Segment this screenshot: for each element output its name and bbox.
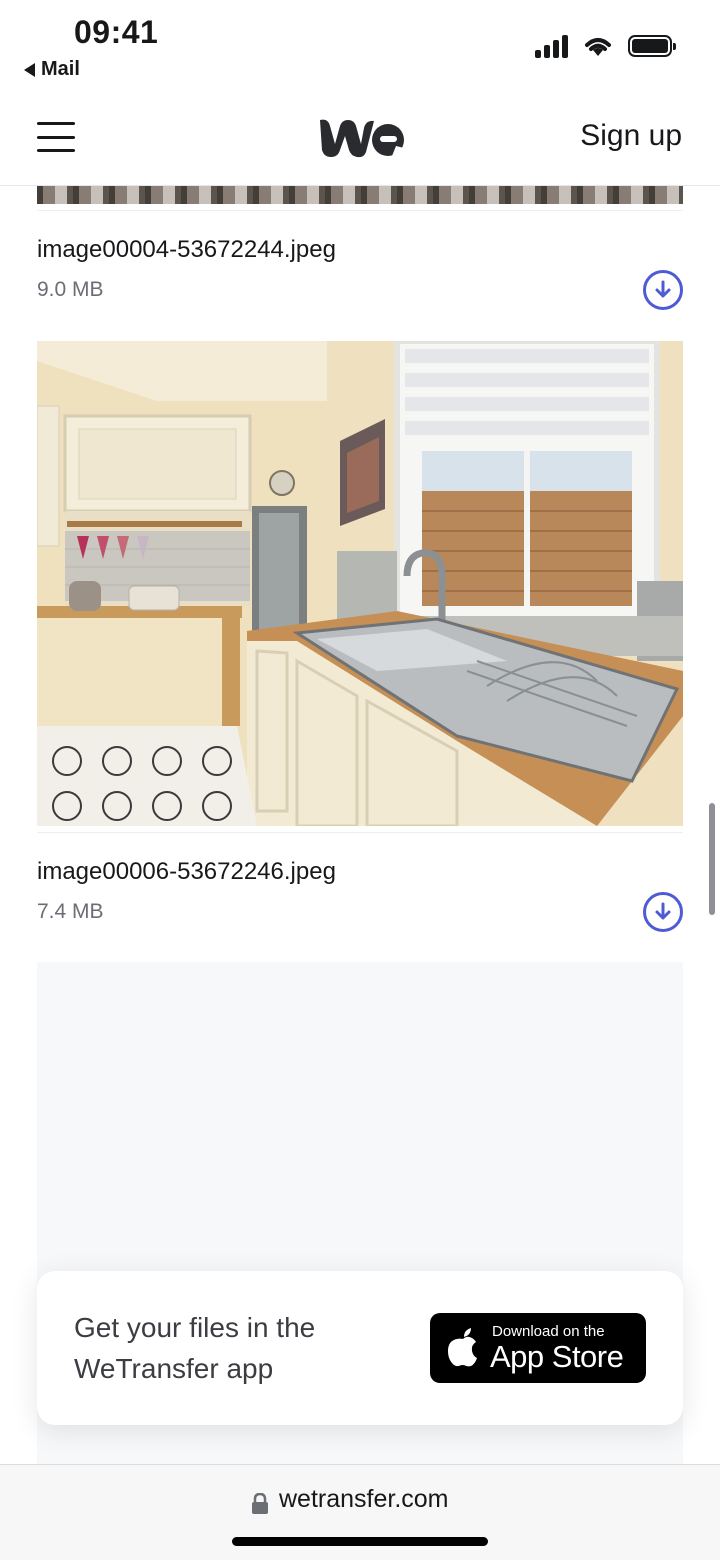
file-name: image00006-53672246.jpeg	[37, 858, 336, 885]
status-bar: 09:41 Mail	[0, 0, 720, 100]
file-name: image00004-53672244.jpeg	[37, 236, 336, 263]
apple-icon	[448, 1328, 477, 1367]
promo-text-line: WeTransfer app	[74, 1353, 274, 1384]
wetransfer-logo[interactable]	[318, 114, 404, 160]
site-header: Sign up	[0, 100, 720, 186]
file-thumbnail-partial	[37, 186, 683, 204]
home-indicator[interactable]	[232, 1537, 488, 1546]
file-size: 9.0 MB	[37, 278, 104, 301]
sign-up-link[interactable]: Sign up	[580, 119, 682, 153]
promo-text-line: Get your files in the	[74, 1312, 316, 1343]
download-button[interactable]	[643, 892, 683, 932]
file-size: 7.4 MB	[37, 900, 104, 923]
status-time: 09:41	[74, 14, 159, 50]
badge-big-text: App Store	[490, 1339, 624, 1374]
hamburger-menu-button[interactable]	[37, 122, 75, 152]
battery-icon	[628, 35, 676, 57]
divider	[37, 832, 683, 833]
back-app-label: Mail	[41, 58, 80, 80]
download-arrow-icon	[655, 902, 671, 920]
file-thumbnail-image[interactable]	[37, 341, 683, 826]
download-arrow-icon	[655, 280, 671, 298]
browser-address-bar[interactable]: wetransfer.com	[0, 1464, 720, 1560]
divider	[37, 210, 683, 211]
back-triangle-icon	[24, 62, 35, 77]
badge-small-text: Download on the	[492, 1323, 605, 1340]
url-text[interactable]: wetransfer.com	[279, 1485, 449, 1514]
scrollbar[interactable]	[709, 803, 715, 915]
status-icons	[535, 34, 676, 58]
app-promo-card: Get your files in the WeTransfer app Dow…	[37, 1271, 683, 1425]
download-button[interactable]	[643, 270, 683, 310]
cellular-signal-icon	[535, 34, 568, 58]
lock-icon	[252, 1493, 268, 1514]
wifi-icon	[585, 38, 611, 56]
back-to-app-link[interactable]: Mail	[24, 58, 80, 81]
app-store-button[interactable]: Download on the App Store	[430, 1313, 646, 1383]
kitchen-photo	[37, 341, 683, 826]
promo-text: Get your files in the WeTransfer app	[74, 1307, 374, 1389]
